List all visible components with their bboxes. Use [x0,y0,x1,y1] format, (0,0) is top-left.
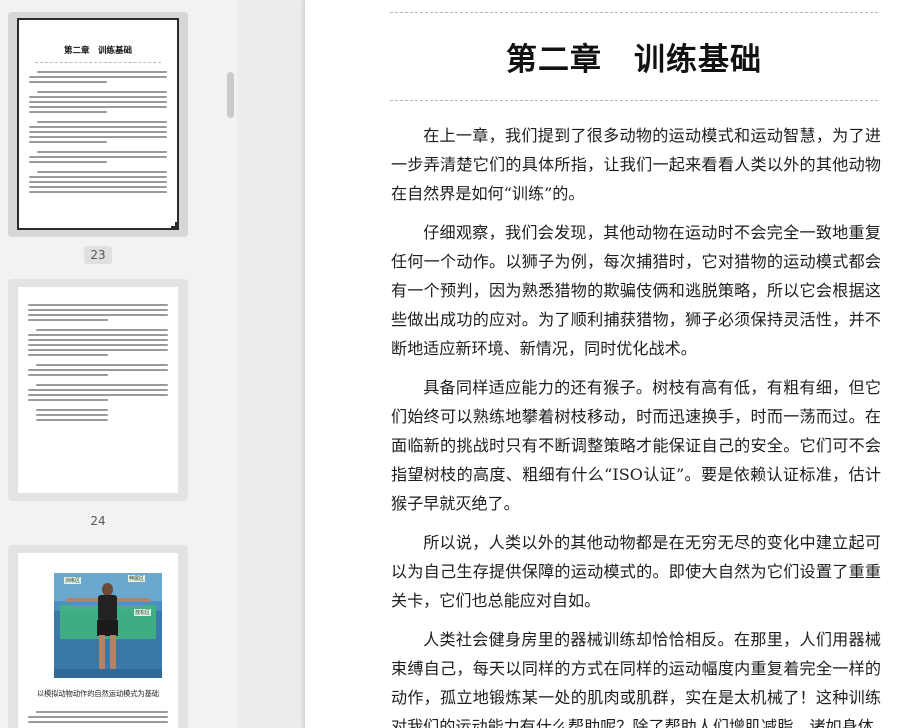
thumbnail-page-24-image [18,287,178,493]
paragraph: 人类社会健身房里的器械训练却恰恰相反。在那里，人们用器械束缚自己，每天以同样的方… [391,630,881,728]
thumbnail-page-25[interactable]: 训练区 伸展区 放松区 以模拟动物动作的自然运动模式为基础 [8,545,188,728]
thumbnail-page-24[interactable] [8,279,188,501]
thumbnail-chapter-title: 第二章 训练基础 [63,46,132,56]
page-number-23: 23 [84,246,112,264]
paragraph: 仔细观察，我们会发现，其他动物在运动时不会完全一致地重复任何一个动作。以狮子为例… [391,223,881,358]
title-divider [390,100,878,101]
thumbnail-page-25-image: 训练区 伸展区 放松区 以模拟动物动作的自然运动模式为基础 [18,553,178,728]
figure-label: 训练区 [64,577,82,584]
paragraph: 具备同样适应能力的还有猴子。树枝有高有低，有粗有细，但它们始终可以熟练地攀着树枝… [391,378,881,513]
paragraph: 所以说，人类以外的其他动物都是在无穷无尽的变化中建立起可以为自己生存提供保障的运… [391,533,881,610]
figure-caption: 以模拟动物动作的自然运动模式为基础 [36,689,160,698]
paragraph: 在上一章，我们提到了很多动物的运动模式和运动智慧，为了进一步弄清楚它们的具体所指… [391,126,881,203]
chapter-title: 第二章 训练基础 [506,42,762,78]
figure-label: 伸展区 [128,575,146,582]
thumbnail-sidebar: 第二章 训练基础 23 24 训练区 伸展区 放松区 以模拟动物动作的自然运动模… [0,0,237,728]
thumbnail-page-23[interactable]: 第二章 训练基础 [8,12,188,237]
figure-label: 放松区 [134,609,152,616]
sidebar-scrollbar-thumb[interactable] [227,72,234,118]
document-body: 在上一章，我们提到了很多动物的运动模式和运动智慧，为了进一步弄清楚它们的具体所指… [391,121,881,728]
thumbnail-page-23-image: 第二章 训练基础 [17,18,179,230]
page-number-24: 24 [90,514,106,528]
exercise-figure-image: 训练区 伸展区 放松区 [54,573,162,678]
header-divider [390,12,878,13]
